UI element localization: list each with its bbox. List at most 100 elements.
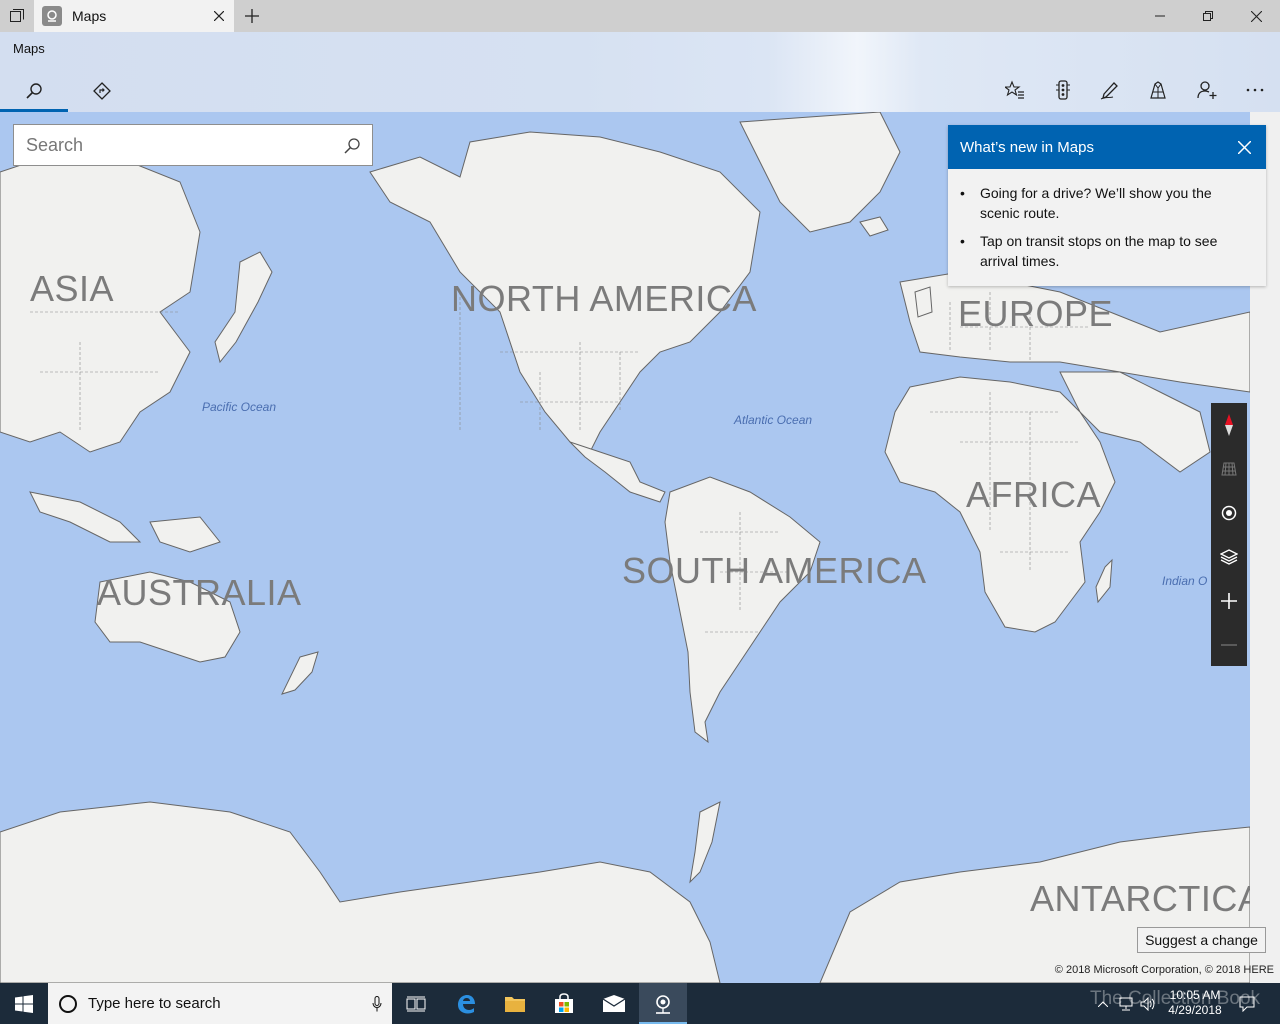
3d-cities-icon — [1150, 81, 1166, 99]
tab-title: Maps — [72, 8, 107, 24]
account-button[interactable] — [1187, 74, 1227, 106]
whats-new-item: Going for a drive? We’ll show you the sc… — [960, 183, 1254, 223]
action-center-button[interactable] — [1234, 983, 1260, 1024]
minimize-button[interactable] — [1136, 0, 1184, 32]
taskbar-maps-button[interactable] — [639, 983, 687, 1024]
whats-new-close-button[interactable] — [1232, 135, 1256, 159]
folder-icon — [505, 996, 525, 1012]
search-icon — [26, 83, 42, 99]
search-input[interactable] — [14, 125, 334, 165]
app-title: Maps — [13, 41, 45, 56]
search-icon — [344, 138, 360, 154]
taskbar-clock[interactable]: 10:05 AM 4/29/2018 — [1160, 988, 1230, 1018]
label-africa: AFRICA — [966, 474, 1102, 515]
tab-directions[interactable] — [68, 70, 136, 112]
close-icon — [214, 11, 224, 21]
microphone-icon — [372, 995, 382, 1011]
start-button[interactable] — [0, 983, 48, 1024]
label-atlantic-ocean: Atlantic Ocean — [734, 413, 813, 427]
taskbar-edge-button[interactable] — [442, 983, 490, 1024]
zoom-out-icon — [1221, 644, 1237, 646]
whats-new-item: Tap on transit stops on the map to see a… — [960, 231, 1254, 271]
compass-button[interactable] — [1211, 403, 1247, 447]
whats-new-list: Going for a drive? We’ll show you the sc… — [948, 169, 1266, 271]
windows-logo-icon — [15, 994, 33, 1013]
plus-icon — [245, 9, 259, 23]
maps-app-icon — [42, 6, 62, 26]
volume-icon — [1140, 996, 1155, 1011]
restore-button[interactable] — [1184, 0, 1232, 32]
3d-cities-button[interactable] — [1138, 74, 1178, 106]
minimize-icon — [1155, 15, 1165, 17]
label-europe: EUROPE — [958, 293, 1114, 334]
search-box — [13, 124, 373, 166]
suggest-change-button[interactable]: Suggest a change — [1137, 927, 1266, 953]
compass-icon — [1225, 414, 1233, 436]
chevron-up-icon — [1098, 1000, 1108, 1007]
edge-icon — [458, 994, 475, 1013]
show-my-location-button[interactable] — [1211, 491, 1247, 535]
taskbar: Type here to search The Collection Book — [0, 983, 1280, 1024]
directions-icon — [93, 82, 111, 100]
whats-new-header: What’s new in Maps — [948, 125, 1266, 169]
more-icon — [1246, 88, 1264, 92]
label-indian-ocean: Indian O — [1162, 574, 1208, 588]
label-australia: AUSTRALIA — [97, 572, 302, 613]
favorites-icon — [1005, 80, 1024, 99]
label-pacific-ocean: Pacific Ocean — [202, 400, 277, 414]
new-tab-button[interactable] — [236, 0, 268, 32]
mail-icon — [602, 994, 626, 1012]
label-asia: ASIA — [30, 268, 115, 309]
map-controls — [1211, 403, 1247, 666]
tilt-button[interactable] — [1211, 447, 1247, 491]
close-window-button[interactable] — [1232, 0, 1280, 32]
tilt-icon — [1221, 462, 1237, 476]
zoom-in-icon — [1221, 593, 1237, 609]
cortana-icon — [59, 994, 77, 1013]
label-south-america: SOUTH AMERICA — [622, 550, 927, 591]
task-view-button[interactable] — [392, 983, 440, 1024]
taskbar-search-box[interactable]: Type here to search — [48, 983, 392, 1024]
task-view-icon — [406, 996, 426, 1011]
microphone-button[interactable] — [362, 995, 392, 1012]
close-icon — [1250, 10, 1262, 22]
whats-new-title: What’s new in Maps — [960, 138, 1094, 156]
traffic-button[interactable] — [1043, 74, 1083, 106]
taskbar-mail-button[interactable] — [590, 983, 638, 1024]
zoom-out-button[interactable] — [1211, 623, 1247, 667]
clock-date: 4/29/2018 — [1168, 1003, 1222, 1017]
more-options-button[interactable] — [1235, 74, 1275, 106]
location-icon — [1221, 505, 1237, 521]
favorites-button[interactable] — [995, 74, 1035, 106]
zoom-in-button[interactable] — [1211, 579, 1247, 623]
taskbar-search-placeholder: Type here to search — [88, 995, 221, 1012]
restore-icon — [1203, 11, 1213, 21]
tab-maps[interactable]: Maps — [34, 0, 234, 32]
clock-time: 10:05 AM — [1169, 988, 1221, 1002]
windows-ink-button[interactable] — [1090, 74, 1130, 106]
taskbar-file-explorer-button[interactable] — [491, 983, 539, 1024]
maps-window: Maps Maps ASIA NORTH AMERICA EUROPE AFRI… — [0, 0, 1280, 1024]
store-icon — [555, 992, 573, 1013]
tabs-icon — [10, 9, 24, 22]
network-icon — [1119, 997, 1133, 1010]
label-north-america: NORTH AMERICA — [451, 278, 757, 319]
task-view-tabs-button[interactable] — [0, 0, 34, 32]
maps-icon — [656, 994, 670, 1014]
taskbar-store-button[interactable] — [540, 983, 588, 1024]
search-submit-button[interactable] — [340, 134, 364, 158]
ink-icon — [1100, 82, 1118, 100]
tab-search[interactable] — [0, 70, 68, 112]
label-antarctica: ANTARCTICA — [1030, 878, 1250, 919]
volume-button[interactable] — [1138, 983, 1158, 1024]
network-button[interactable] — [1116, 983, 1136, 1024]
whats-new-panel: What’s new in Maps Going for a drive? We… — [948, 125, 1266, 286]
account-icon — [1197, 81, 1217, 99]
map-views-button[interactable] — [1211, 535, 1247, 579]
traffic-icon — [1056, 80, 1070, 100]
tab-close-button[interactable] — [204, 0, 234, 32]
copyright-text: © 2018 Microsoft Corporation, © 2018 HER… — [1054, 964, 1274, 976]
close-icon — [1237, 140, 1251, 154]
show-hidden-icons-button[interactable] — [1094, 983, 1112, 1024]
title-bar: Maps — [0, 0, 1280, 32]
